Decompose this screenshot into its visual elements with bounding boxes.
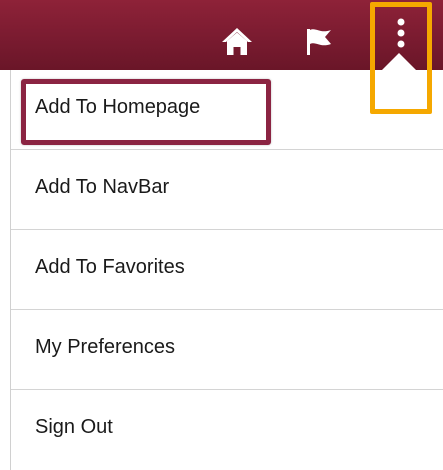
menu-item-label: Add To Favorites bbox=[35, 256, 185, 278]
actions-menu: Add To Homepage Add To NavBar Add To Fav… bbox=[10, 70, 443, 470]
menu-item-label: Sign Out bbox=[35, 416, 113, 438]
header-bar bbox=[0, 0, 443, 70]
menu-item-my-preferences[interactable]: My Preferences bbox=[11, 310, 443, 390]
screen: Add To Homepage Add To NavBar Add To Fav… bbox=[0, 0, 443, 470]
menu-item-add-to-favorites[interactable]: Add To Favorites bbox=[11, 230, 443, 310]
home-icon[interactable] bbox=[220, 24, 254, 58]
flag-icon[interactable] bbox=[302, 24, 336, 58]
menu-item-add-to-navbar[interactable]: Add To NavBar bbox=[11, 150, 443, 230]
menu-pointer bbox=[381, 53, 417, 71]
menu-item-label: Add To Homepage bbox=[35, 96, 201, 118]
menu-item-label: My Preferences bbox=[35, 336, 176, 358]
menu-item-sign-out[interactable]: Sign Out bbox=[11, 390, 443, 470]
menu-item-add-to-homepage[interactable]: Add To Homepage bbox=[11, 70, 443, 150]
menu-item-label: Add To NavBar bbox=[35, 176, 170, 198]
more-vertical-icon[interactable] bbox=[386, 14, 416, 54]
